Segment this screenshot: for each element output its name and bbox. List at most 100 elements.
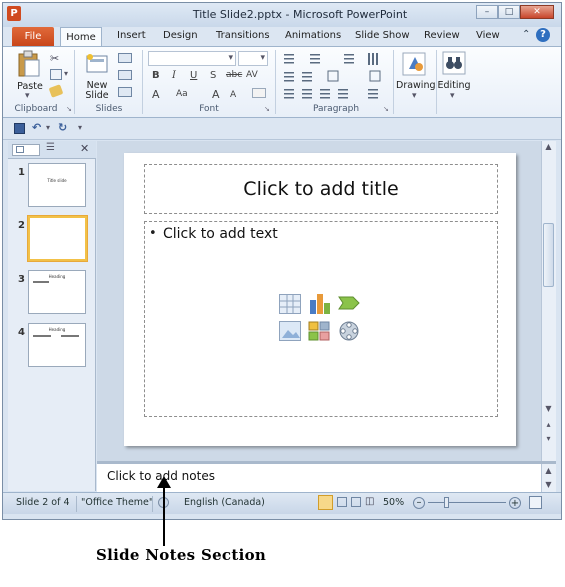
vertical-scrollbar[interactable]: ▲ ▼ ▴ ▾	[541, 141, 556, 461]
tab-home[interactable]: Home	[60, 27, 102, 47]
grow-font-icon[interactable]: A	[212, 88, 220, 101]
customize-qat-icon[interactable]: ▾	[78, 123, 82, 132]
insert-clip-art-icon[interactable]	[308, 321, 330, 341]
editing-button[interactable]	[442, 51, 466, 77]
title-placeholder[interactable]: Click to add title	[144, 164, 498, 214]
paragraph-group-label: Paragraph	[312, 104, 360, 114]
font-color-icon[interactable]: A	[152, 88, 160, 101]
change-case-icon[interactable]: Aa	[176, 89, 188, 99]
tab-animations[interactable]: Animations	[285, 30, 341, 41]
language-indicator[interactable]: English (Canada)	[184, 497, 265, 508]
character-spacing-icon[interactable]: AV	[246, 70, 258, 80]
slide-thumbnail-3[interactable]: Heading	[28, 270, 86, 314]
shrink-font-icon[interactable]: A	[230, 90, 236, 100]
scroll-thumb[interactable]	[543, 223, 554, 287]
copy-dropdown-icon[interactable]: ▾	[64, 69, 68, 78]
tab-review[interactable]: Review	[424, 30, 460, 41]
zoom-in-icon[interactable]: +	[509, 497, 521, 509]
new-slide-label-2[interactable]: Slide	[80, 90, 114, 101]
clipboard-group-label: Clipboard	[14, 104, 58, 114]
slide-thumbnail-4[interactable]: Heading	[28, 323, 86, 367]
cut-icon[interactable]: ✂	[50, 52, 62, 65]
clear-formatting-icon[interactable]	[252, 88, 266, 98]
tab-view[interactable]: View	[476, 30, 500, 41]
slide-sorter-view-icon[interactable]	[337, 497, 347, 507]
underline-icon[interactable]: U	[190, 70, 197, 81]
minimize-button[interactable]: –	[476, 5, 498, 19]
paragraph-launcher-icon[interactable]: ↘	[383, 105, 389, 113]
insert-table-icon[interactable]	[279, 294, 301, 314]
editing-dropdown-icon[interactable]: ▾	[450, 91, 455, 101]
notes-scrollbar[interactable]: ▲ ▼	[541, 464, 556, 492]
tab-slides[interactable]	[12, 144, 40, 156]
font-name-dropdown[interactable]: ▾	[148, 51, 236, 66]
font-group-label: Font	[199, 104, 219, 114]
slide-number: 2	[18, 220, 25, 231]
zoom-out-icon[interactable]: –	[413, 497, 425, 509]
content-placeholder[interactable]: • Click to add text	[144, 221, 498, 417]
font-launcher-icon[interactable]: ↘	[264, 105, 270, 113]
chevron-down-icon: ▾	[260, 53, 265, 63]
section-icon[interactable]	[118, 87, 132, 97]
tab-insert[interactable]: Insert	[117, 30, 146, 41]
scroll-down-icon[interactable]: ▼	[542, 479, 555, 491]
tab-design[interactable]: Design	[163, 30, 198, 41]
group-divider	[74, 50, 75, 114]
minimize-ribbon-icon[interactable]: ⌃	[522, 29, 530, 40]
layout-icon[interactable]	[118, 53, 132, 63]
normal-view-icon[interactable]	[318, 495, 333, 510]
insert-chart-icon[interactable]	[308, 292, 332, 314]
annotation-caption: Slide Notes Section	[96, 546, 267, 564]
slide-number: 3	[18, 274, 25, 285]
scroll-down-icon[interactable]: ▼	[542, 403, 555, 415]
slide-show-view-icon[interactable]: ◫	[365, 496, 374, 507]
drawing-dropdown-icon[interactable]: ▾	[412, 91, 417, 101]
zoom-slider[interactable]	[428, 502, 506, 503]
zoom-slider-thumb[interactable]	[444, 497, 449, 508]
shadow-icon[interactable]: S	[210, 70, 216, 81]
clipboard-launcher-icon[interactable]: ↘	[66, 105, 72, 113]
theme-name[interactable]: "Office Theme"	[81, 497, 153, 508]
reset-icon[interactable]	[118, 70, 132, 80]
font-size-dropdown[interactable]: ▾	[238, 51, 268, 66]
save-icon[interactable]	[14, 123, 25, 134]
undo-dropdown-icon[interactable]: ▾	[46, 123, 50, 132]
tab-transitions[interactable]: Transitions	[216, 30, 270, 41]
slide-thumbnail-2[interactable]	[28, 216, 87, 261]
drawing-label[interactable]: Drawing	[396, 80, 436, 91]
tab-slide-show[interactable]: Slide Show	[355, 30, 410, 41]
scroll-up-icon[interactable]: ▲	[542, 465, 555, 477]
editing-label[interactable]: Editing	[436, 80, 472, 91]
reading-view-icon[interactable]	[351, 497, 361, 507]
fit-to-window-icon[interactable]	[529, 496, 542, 509]
close-button[interactable]: ✕	[520, 5, 554, 19]
undo-icon[interactable]: ↶	[32, 121, 41, 134]
paste-button[interactable]	[16, 50, 42, 78]
maximize-button[interactable]: □	[498, 5, 520, 19]
insert-picture-icon[interactable]	[279, 321, 301, 341]
copy-icon[interactable]	[50, 69, 62, 80]
thumbnail-bullet-line	[61, 335, 79, 337]
scroll-up-icon[interactable]: ▲	[542, 141, 555, 153]
zoom-level[interactable]: 50%	[383, 497, 404, 508]
tab-file[interactable]: File	[12, 27, 54, 46]
help-icon[interactable]: ?	[536, 28, 550, 42]
bold-icon[interactable]: B	[152, 70, 160, 81]
slide-thumbnail-1[interactable]: Title slide	[28, 163, 86, 207]
new-slide-icon	[86, 54, 108, 73]
drawing-button[interactable]	[401, 51, 429, 77]
new-slide-button[interactable]	[85, 52, 109, 76]
strikethrough-icon[interactable]: abc	[226, 70, 242, 80]
italic-icon[interactable]: I	[172, 70, 176, 81]
close-panel-icon[interactable]: ✕	[80, 142, 89, 155]
tab-outline[interactable]: ☰	[46, 142, 55, 153]
powerpoint-app-icon[interactable]: P	[7, 6, 21, 21]
insert-smartart-icon[interactable]	[337, 294, 361, 314]
bullet-glyph: •	[149, 226, 157, 241]
previous-slide-icon[interactable]: ▴	[542, 419, 555, 431]
paste-label[interactable]: Paste	[12, 81, 48, 92]
insert-media-icon[interactable]	[337, 320, 361, 342]
redo-icon[interactable]: ↻	[58, 121, 67, 134]
next-slide-icon[interactable]: ▾	[542, 433, 555, 445]
paste-dropdown-icon[interactable]: ▾	[25, 91, 30, 101]
